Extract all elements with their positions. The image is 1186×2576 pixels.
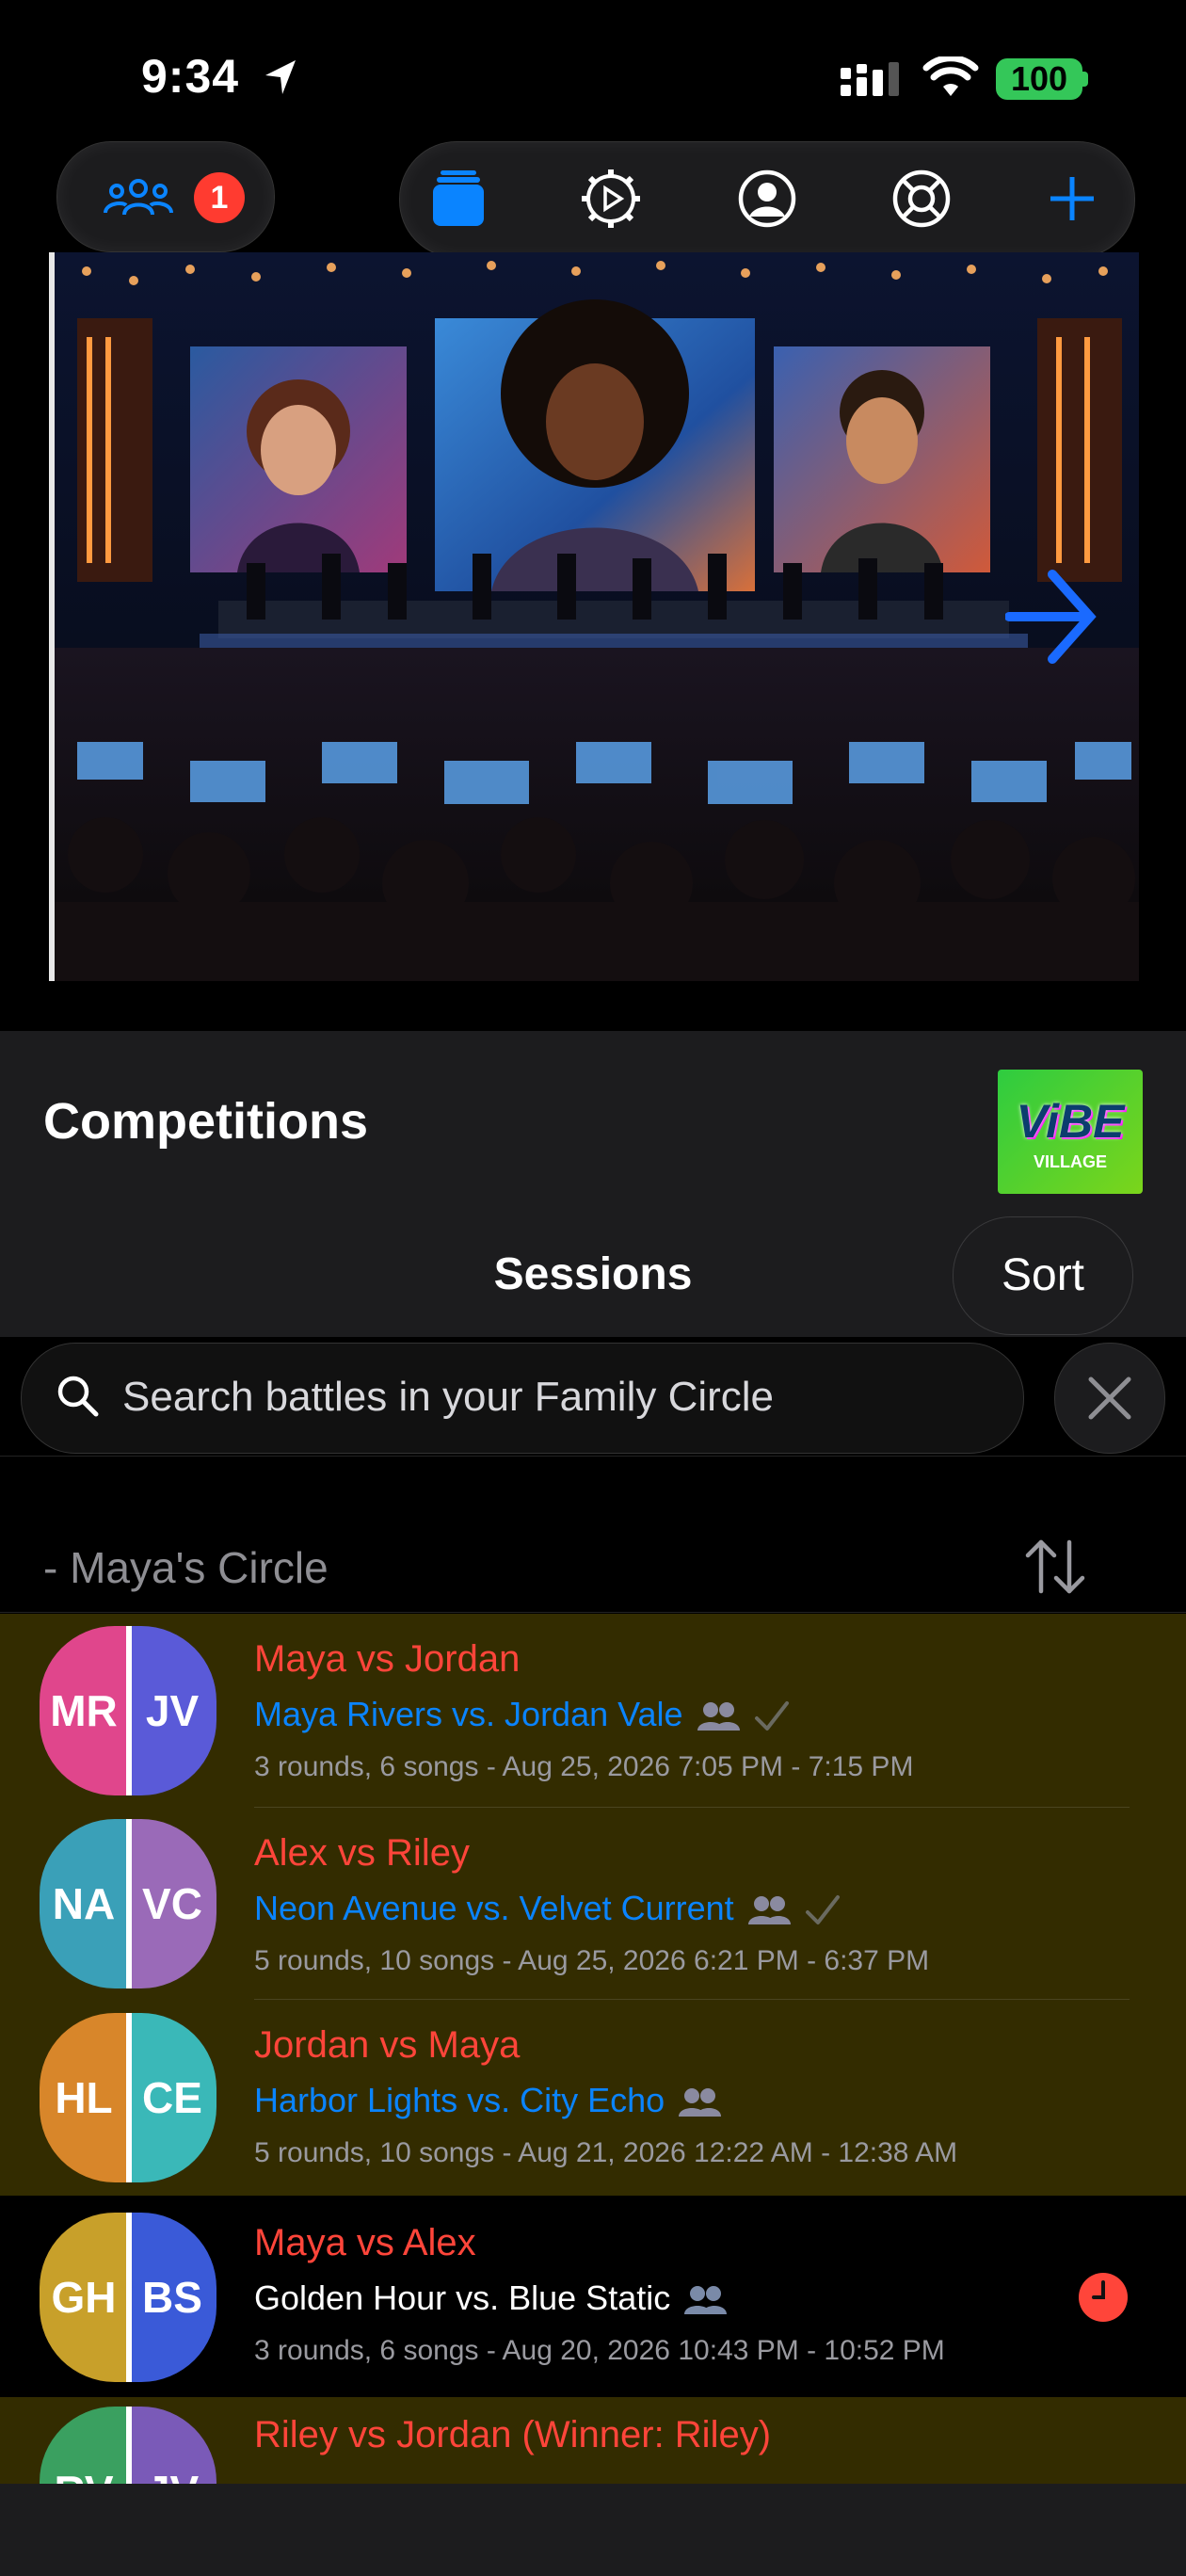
avatar-initials-left: NA — [40, 1819, 128, 1988]
section-title: - Maya's Circle — [43, 1543, 329, 1592]
matchup-avatar: MR JV — [40, 1626, 216, 1795]
battle-meta: 3 rounds, 6 songs - Aug 20, 2026 10:43 P… — [254, 2335, 945, 2366]
hero-scroll-edge — [49, 252, 55, 981]
battle-participants: Neon Avenue vs. Velvet Current — [254, 1889, 841, 1928]
gear-play-icon[interactable] — [578, 166, 644, 232]
location-arrow-icon — [265, 60, 296, 94]
logo-text: ViBE — [1016, 1095, 1125, 1148]
participants-text: Harbor Lights vs. City Echo — [254, 2081, 665, 2119]
search-icon — [57, 1376, 99, 1417]
battery-indicator: 100 — [996, 58, 1082, 100]
two-people-icon — [684, 2286, 728, 2315]
battle-row[interactable]: GH BS Maya vs Alex Golden Hour vs. Blue Sta… — [0, 2198, 1186, 2397]
battle-title: Jordan vs Maya — [254, 2024, 521, 2066]
checkmark-icon — [805, 1895, 840, 1925]
battle-meta: 5 rounds, 10 songs - Aug 21, 2026 12:22 … — [254, 2137, 958, 2168]
two-people-icon — [747, 1896, 791, 1925]
battle-row[interactable]: HL CE Jordan vs Maya Harbor Lights vs. City… — [0, 2000, 1186, 2196]
avatar-initials-right: BS — [128, 2213, 216, 2382]
battle-participants: Harbor Lights vs. City Echo — [254, 2081, 722, 2120]
wifi-icon — [922, 56, 979, 96]
battle-row[interactable]: RVJVRiley vs Jordan (Winner: Riley) — [0, 2397, 1186, 2576]
sort-button[interactable]: Sort — [953, 1216, 1133, 1335]
search-input[interactable] — [122, 1371, 970, 1424]
battle-participants: Maya Rivers vs. Jordan Vale — [254, 1695, 791, 1734]
logo-subtext: VILLAGE — [1033, 1152, 1107, 1171]
bottom-bar — [0, 2484, 1186, 2576]
battle-title: Alex vs Riley — [254, 1832, 470, 1874]
divider — [0, 1612, 1186, 1613]
two-people-icon — [697, 1702, 740, 1731]
avatar-initials-left: HL — [40, 2013, 128, 2182]
hero-image[interactable] — [49, 252, 1139, 981]
avatar-initials-left: MR — [40, 1626, 128, 1795]
battle-row[interactable]: MR JV Maya vs Jordan Maya Rivers vs. Jordan… — [0, 1614, 1186, 1808]
profile-icon[interactable] — [734, 166, 800, 232]
participants-text: Golden Hour vs. Blue Static — [254, 2278, 671, 2317]
battle-meta: 3 rounds, 6 songs - Aug 25, 2026 7:05 PM… — [254, 1751, 914, 1782]
avatar-initials-left: GH — [40, 2213, 128, 2382]
clear-search-button[interactable] — [1054, 1343, 1165, 1454]
people-icon — [104, 179, 173, 216]
matchup-avatar: HL CE — [40, 2013, 216, 2182]
avatar-divider — [126, 1626, 132, 1795]
status-time: 9:34 — [141, 50, 240, 103]
page-title: Competitions — [43, 1093, 368, 1150]
avatar-divider — [126, 2013, 132, 2182]
avatar-initials-right: CE — [128, 2013, 216, 2182]
battle-title: Maya vs Alex — [254, 2222, 476, 2263]
avatar-divider — [126, 2213, 132, 2382]
notification-badge: 1 — [194, 172, 245, 223]
battery-tip — [1082, 72, 1088, 87]
chevron-right-icon[interactable] — [1005, 565, 1099, 668]
battle-title: Riley vs Jordan (Winner: Riley) — [254, 2414, 772, 2455]
avatar-initials-right: VC — [128, 1819, 216, 1988]
clock-icon — [1079, 2273, 1128, 2322]
battle-title: Maya vs Jordan — [254, 1638, 521, 1680]
avatar-divider — [126, 1819, 132, 1988]
battle-row[interactable]: NA VC Alex vs Riley Neon Avenue vs. Velvet … — [0, 1808, 1186, 2000]
matchup-avatar: NA VC — [40, 1819, 216, 1988]
stack-icon[interactable] — [425, 166, 491, 232]
checkmark-icon — [754, 1701, 789, 1731]
close-icon — [1088, 1377, 1131, 1420]
participants-text: Maya Rivers vs. Jordan Vale — [254, 1695, 683, 1733]
two-people-icon — [679, 2088, 722, 2117]
divider — [0, 1456, 1186, 1457]
battle-meta: 5 rounds, 10 songs - Aug 25, 2026 6:21 P… — [254, 1945, 930, 1976]
participants-text: Neon Avenue vs. Velvet Current — [254, 1889, 734, 1927]
battle-participants: Golden Hour vs. Blue Static — [254, 2278, 728, 2318]
signal-icon — [841, 62, 899, 96]
lifebuoy-icon[interactable] — [889, 166, 954, 232]
vibe-village-logo: ViBE VILLAGE — [998, 1070, 1143, 1194]
plus-icon[interactable] — [1039, 166, 1105, 232]
avatar-initials-right: JV — [128, 1626, 216, 1795]
sort-arrows-icon[interactable] — [1022, 1537, 1088, 1597]
matchup-avatar: GH BS — [40, 2213, 216, 2382]
